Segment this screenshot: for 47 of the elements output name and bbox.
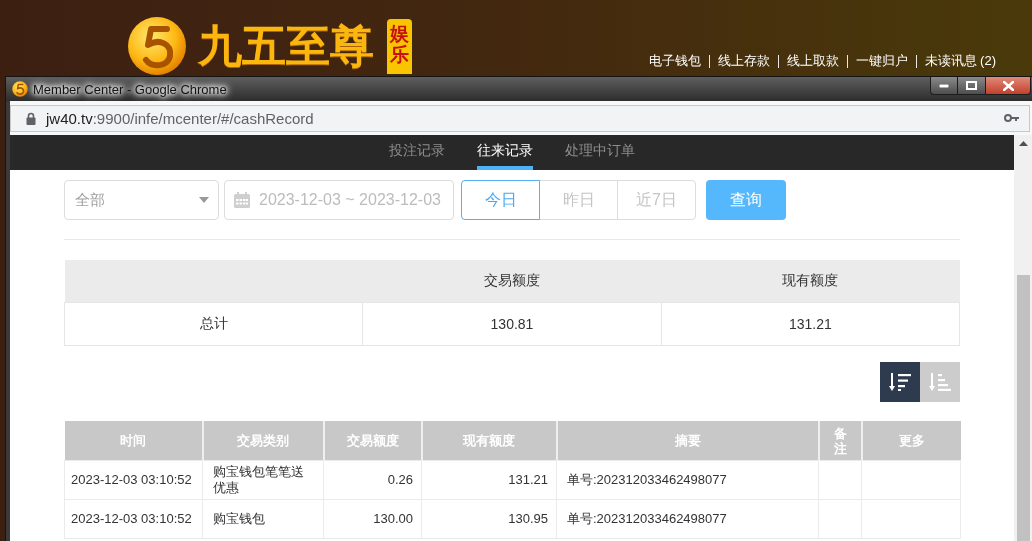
close-icon (1002, 80, 1014, 91)
table-cell: 2023-12-03 03:10:52 (64, 460, 203, 500)
type-select[interactable]: 全部 (64, 180, 219, 220)
address-field[interactable]: jw40.tv:9900/infe/mcenter/#/cashRecord (10, 104, 1030, 132)
table-cell: 130.00 (323, 499, 422, 539)
logo-icon (12, 81, 28, 97)
row-label: 总计 (64, 302, 363, 346)
logo-icon (127, 16, 187, 76)
table-cell: 单号:202312033462498077 (556, 499, 819, 539)
caret-icon (199, 197, 209, 203)
tab[interactable]: 投注记录 (389, 135, 445, 170)
quick-range-button[interactable]: 今日 (461, 180, 540, 220)
table-cell: 2023-12-03 03:10:52 (64, 499, 203, 539)
logo-badge: 娱乐 (387, 19, 412, 74)
column-header: 交易额度 (362, 260, 662, 303)
key-icon (1004, 114, 1019, 122)
url-text: jw40.tv:9900/infe/mcenter/#/cashRecord (46, 109, 314, 127)
header-link[interactable]: 线上取款 (786, 53, 839, 69)
header-link[interactable]: 一键归户 (855, 53, 908, 69)
table-cell: 单号:202312033462498077 (556, 460, 819, 500)
lock-icon (26, 111, 36, 125)
table-cell: 0.26 (323, 460, 422, 500)
table-cell: 131.21 (661, 302, 960, 346)
tab[interactable]: 往来记录 (477, 135, 533, 170)
table-cell: 131.21 (421, 460, 557, 500)
table-cell: 购宝钱包笔笔送优惠 (202, 460, 324, 500)
maximize-icon (966, 81, 977, 90)
sort-ascending-icon (929, 373, 951, 391)
table-cell: 130.81 (362, 302, 662, 346)
close-button[interactable] (986, 77, 1031, 95)
header-link[interactable]: 未读讯息 (2) (924, 53, 996, 69)
tab[interactable]: 处理中订单 (565, 135, 635, 170)
minimize-button[interactable] (930, 77, 958, 95)
minimize-icon (939, 83, 949, 88)
scrollbar-thumb[interactable] (1016, 275, 1030, 541)
scroll-up-icon[interactable] (1018, 141, 1028, 146)
sort-descending-icon (889, 373, 911, 391)
sort-button[interactable] (880, 362, 920, 402)
table-cell: 130.95 (421, 499, 557, 539)
maximize-button[interactable] (958, 77, 986, 95)
scrollbar[interactable] (1014, 135, 1032, 541)
header-link[interactable]: 线上存款 (717, 53, 770, 69)
header-link[interactable]: 电子钱包 (648, 53, 701, 69)
site-name: 九五至尊 (198, 21, 374, 71)
column-header: 现有额度 (661, 260, 960, 303)
table-cell: 购宝钱包 (202, 499, 324, 539)
calendar-icon (234, 192, 250, 208)
